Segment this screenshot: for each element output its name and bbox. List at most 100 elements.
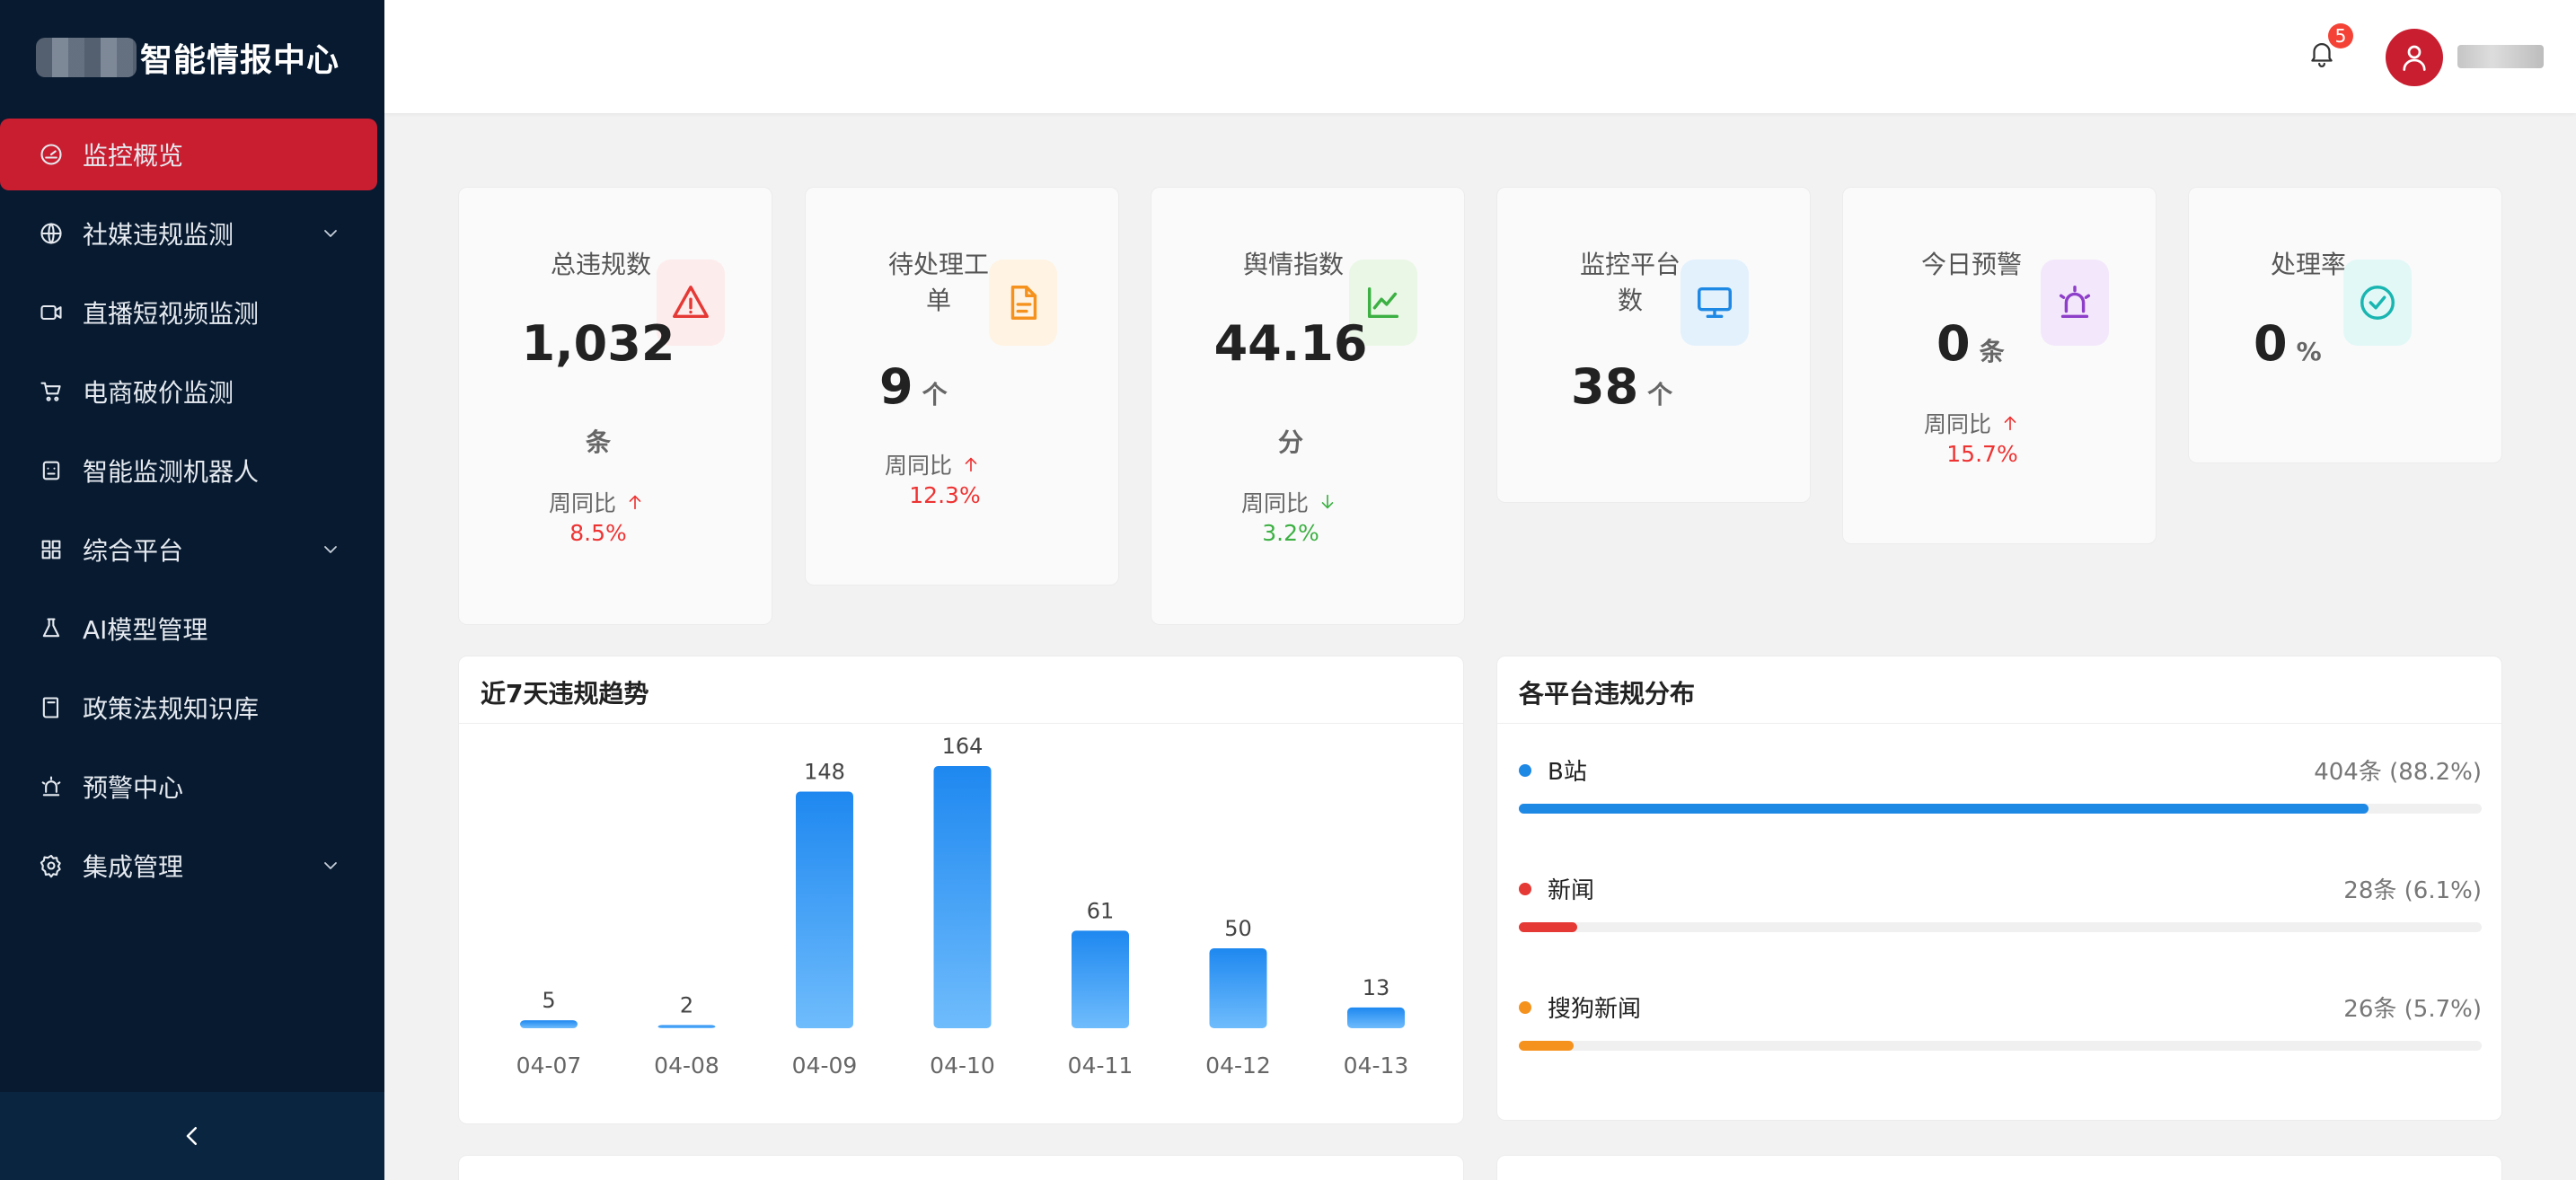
progress-track [1519,804,2482,814]
distribution-row: 搜狗新闻 26条 (5.7%) [1519,987,2482,1068]
sidebar-item-label: 集成管理 [83,852,184,882]
stat-label: 待处理工单 [887,250,989,315]
sidebar-item-5[interactable]: 综合平台 [0,514,377,586]
legend-dot [1519,764,1531,777]
chevron-down-icon [320,221,341,242]
check-circle-icon [2343,260,2412,346]
platform-name: 新闻 [1548,877,1595,904]
chart-x-tick-label: 04-09 [792,1052,858,1079]
sidebar-item-6[interactable]: AI模型管理 [0,593,377,665]
sidebar-item-label: 社媒违规监测 [83,220,234,250]
chevron-left-icon [186,1127,197,1145]
chart-x-tick-label: 04-13 [1344,1052,1409,1079]
platform-count: 404条 (88.2%) [2314,759,2482,786]
legend-dot [1519,1001,1531,1014]
gear-icon [38,852,65,879]
stat-value-number: 38 [1571,358,1639,415]
book-icon [38,694,65,721]
stat-unit: 分 [1277,427,1303,457]
stat-compare: 周同比 [885,448,981,480]
stat-label: 监控平台数 [1579,250,1681,315]
collapse-sidebar-button[interactable] [0,1092,384,1180]
cart-icon [38,378,65,405]
platform-count: 28条 (6.1%) [2343,877,2482,904]
notification-count-badge: 5 [2328,23,2353,48]
flask-icon [38,615,65,642]
sidebar-item-3[interactable]: 电商破价监测 [0,356,377,427]
sidebar-item-label: 预警中心 [83,773,184,803]
siren-icon [38,773,65,800]
stat-unit: % [2296,337,2322,366]
stat-card: 监控平台数 38 个 [1496,187,1811,503]
stat-card: 今日预警 0 条周同比 15.7% [1842,187,2157,544]
stat-unit: 个 [1647,380,1673,409]
robot-icon [38,457,65,484]
siren-icon [2041,260,2109,346]
chart-bar[interactable] [1072,930,1129,1028]
sidebar-item-8[interactable]: 预警中心 [0,751,377,823]
stat-card: 处理率 0% [2188,187,2502,463]
arrow-down-icon [1309,492,1337,512]
progress-fill [1519,922,1578,932]
arrow-up-icon [616,492,645,512]
chart-data-label: 164 [942,734,984,759]
distribution-panel: 各平台违规分布 B站 404条 (88.2%) 新闻 28条 (6.1%) 搜狗新闻 26… [1496,656,2502,1121]
chart-data-label: 50 [1224,916,1252,941]
arrow-up-icon [1991,413,2020,433]
arrow-up-icon [952,454,981,474]
sidebar-item-4[interactable]: 智能监测机器人 [0,435,377,506]
stat-value: 9个 [879,358,948,415]
sidebar-item-2[interactable]: 直播短视频监测 [0,277,377,348]
stat-card: 总违规数 1,032 条周同比 8.5% [458,187,772,625]
stat-compare-label: 周同比 [549,490,617,516]
stat-card: 舆情指数 44.16 分周同比 3.2% [1151,187,1465,625]
chart-bar[interactable] [1347,1007,1405,1028]
distribution-panel-title: 各平台违规分布 [1519,679,1696,709]
stat-value: 44.16 [1213,315,1368,372]
stat-value: 1,032 [521,315,675,372]
chart-bar[interactable] [1209,947,1267,1028]
trend-bar-chart: 5 04-07 2 04-08 148 04-09 164 04-10 61 04-11 50 04-… [516,734,1409,1079]
stat-label: 总违规数 [550,250,651,279]
chart-bar[interactable] [933,766,992,1028]
stat-compare-label: 周同比 [885,453,953,479]
chart-data-label: 13 [1363,975,1390,1000]
stat-value: 0条 [1936,315,2005,372]
progress-track [1519,1041,2482,1051]
stat-value: 0% [2254,315,2322,372]
sidebar-item-label: 政策法规知识库 [83,694,260,724]
user-name-redacted[interactable] [2457,45,2544,68]
stat-change: 8.5% [569,520,627,546]
brand-logo [36,38,137,77]
sidebar-item-9[interactable]: 集成管理 [0,830,377,902]
sidebar-item-7[interactable]: 政策法规知识库 [0,672,377,744]
bottom-panel-left [458,1155,1464,1180]
sidebar-item-label: 电商破价监测 [83,378,234,408]
chart-bar[interactable] [796,791,853,1028]
legend-dot [1519,883,1531,895]
sidebar-item-0[interactable]: 监控概览 [0,119,377,190]
stat-compare: 周同比 [1924,407,2020,439]
chevron-down-icon [320,537,341,559]
distribution-row: B站 404条 (88.2%) [1519,750,2482,831]
stat-compare: 周同比 [1241,486,1337,518]
stat-unit: 条 [585,427,611,457]
stat-value-number: 0 [1936,315,1971,372]
progress-fill [1519,1041,1575,1051]
bottom-panel-right [1496,1155,2502,1180]
user-avatar[interactable] [2386,29,2443,86]
chart-data-label: 5 [542,988,555,1013]
chart-bar[interactable] [657,1025,716,1028]
stat-value-number: 9 [879,358,913,415]
chart-bar[interactable] [520,1020,578,1028]
stat-change: 15.7% [1946,441,2018,467]
document-icon [989,260,1057,346]
stat-compare-label: 周同比 [1924,411,1992,437]
chart-x-tick-label: 04-07 [516,1052,582,1079]
platform-count: 26条 (5.7%) [2343,996,2482,1023]
progress-fill [1519,804,2369,814]
app-title: 智能情报中心 [140,42,340,79]
stat-change: 3.2% [1262,520,1319,546]
stat-unit: 条 [1979,337,2005,366]
sidebar-item-1[interactable]: 社媒违规监测 [0,198,377,269]
